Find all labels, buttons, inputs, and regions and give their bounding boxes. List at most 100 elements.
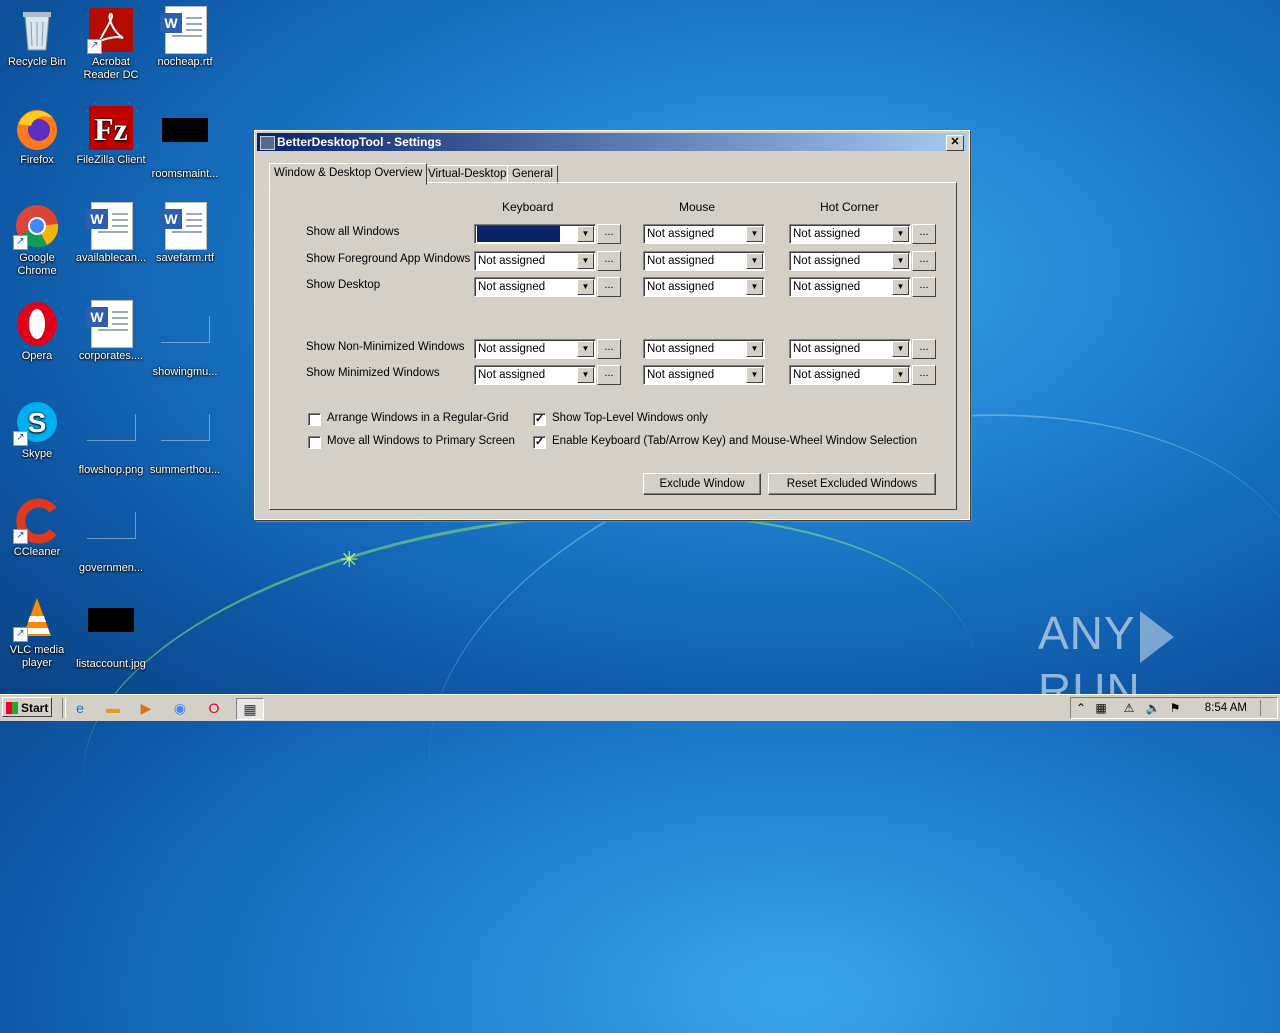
dropdown-arrow-icon[interactable]: ▼ <box>892 253 909 269</box>
word-document-icon: W <box>86 202 135 250</box>
mouse-assignment-select[interactable]: Not assigned ▼ <box>643 339 765 359</box>
tab-window-desktop-overview[interactable]: Window & Desktop Overview <box>269 163 428 185</box>
desktop-icon-savefarm[interactable]: W savefarm.rtf <box>148 202 222 265</box>
desktop-icon-roomsmaint[interactable]: roomsmaint... <box>148 104 222 181</box>
dropdown-arrow-icon[interactable]: ▼ <box>746 226 763 242</box>
exclude-window-button[interactable]: Exclude Window <box>643 473 761 495</box>
close-button[interactable]: ✕ <box>946 135 964 151</box>
mouse-assignment-select[interactable]: Not assigned ▼ <box>643 277 765 297</box>
checkbox-label: Move all Windows to Primary Screen <box>327 435 515 447</box>
keyboard-assignment-select[interactable]: Not assigned ▼ <box>474 251 596 271</box>
row-label: Show Foreground App Windows <box>306 253 471 265</box>
dropdown-arrow-icon[interactable]: ▼ <box>577 341 594 357</box>
mouse-assignment-select[interactable]: Not assigned ▼ <box>643 224 765 244</box>
word-document-icon: W <box>160 6 209 54</box>
hot-corner-more-button[interactable]: ... <box>912 224 936 244</box>
recycle-bin-icon <box>13 6 61 54</box>
checkbox-arrange-grid[interactable] <box>308 413 321 426</box>
media-player-icon[interactable]: ▶ <box>136 698 156 718</box>
dropdown-arrow-icon[interactable]: ▼ <box>892 226 909 242</box>
mouse-assignment-select[interactable]: Not assigned ▼ <box>643 251 765 271</box>
checkbox-top-level-only[interactable]: ✓ <box>533 413 546 426</box>
hot-corner-assignment-select[interactable]: Not assigned ▼ <box>789 224 911 244</box>
dropdown-arrow-icon[interactable]: ▼ <box>577 279 594 295</box>
checkbox-label: Enable Keyboard (Tab/Arrow Key) and Mous… <box>552 435 917 447</box>
reset-excluded-windows-button[interactable]: Reset Excluded Windows <box>768 473 936 495</box>
checkbox-move-primary-screen[interactable] <box>308 436 321 449</box>
hot-corner-more-button[interactable]: ... <box>912 277 936 297</box>
desktop-icon-skype[interactable]: S ↗ Skype <box>0 398 74 461</box>
hot-corner-assignment-select[interactable]: Not assigned ▼ <box>789 277 911 297</box>
keyboard-assignment-select[interactable]: Not assigned ▼ <box>474 277 596 297</box>
column-header-keyboard: Keyboard <box>502 200 554 214</box>
desktop-icon-listaccount[interactable]: listaccount.jpg <box>74 594 148 671</box>
desktop-icon-filezilla[interactable]: Fz FileZilla Client <box>74 104 148 167</box>
keyboard-assignment-select[interactable]: Not assigned ▼ <box>474 365 596 385</box>
select-value: Not assigned <box>478 255 546 267</box>
mouse-assignment-select[interactable]: Not assigned ▼ <box>643 365 765 385</box>
dropdown-arrow-icon[interactable]: ▼ <box>892 341 909 357</box>
desktop-icon-opera[interactable]: Opera <box>0 300 74 363</box>
betterdesktoptool-taskbar-button[interactable]: ▦ <box>236 698 264 720</box>
desktop-icon-flowshop[interactable]: flowshop.png <box>74 398 148 477</box>
desktop-icon-summerthou[interactable]: summerthou... <box>148 398 222 477</box>
keyboard-more-button[interactable]: ... <box>597 277 621 297</box>
desktop-icon-recycle-bin[interactable]: Recycle Bin <box>0 6 74 69</box>
keyboard-more-button[interactable]: ... <box>597 365 621 385</box>
dropdown-arrow-icon[interactable]: ▼ <box>746 367 763 383</box>
wallpaper-glow: ✳ <box>340 547 359 572</box>
checkbox-enable-keyboard-mouse-selection[interactable]: ✓ <box>533 436 546 449</box>
settings-window: BetterDesktopTool - Settings ✕ Window & … <box>254 130 970 520</box>
keyboard-more-button[interactable]: ... <box>597 251 621 271</box>
window-titlebar[interactable]: BetterDesktopTool - Settings ✕ <box>257 133 967 151</box>
show-desktop-button[interactable] <box>1260 700 1275 716</box>
desktop-icon-vlc[interactable]: ↗ VLC media player <box>0 594 74 670</box>
hot-corner-assignment-select[interactable]: Not assigned ▼ <box>789 365 911 385</box>
dropdown-arrow-icon[interactable]: ▼ <box>746 253 763 269</box>
betterdesktoptool-tray-icon[interactable]: ▦ <box>1093 700 1109 716</box>
select-value: Not assigned <box>647 343 715 355</box>
volume-icon[interactable]: 🔈 <box>1145 700 1161 716</box>
start-button[interactable]: Start <box>2 697 52 717</box>
clock[interactable]: 8:54 AM <box>1205 698 1247 718</box>
action-center-icon[interactable]: ⚠ <box>1121 700 1137 716</box>
show-hidden-icons-chevron-icon[interactable]: ⌃ <box>1073 700 1089 716</box>
desktop-icon-chrome[interactable]: ↗ Google Chrome <box>0 202 74 278</box>
explorer-folder-icon[interactable]: ▬ <box>103 698 123 718</box>
internet-explorer-icon[interactable]: e <box>70 698 90 718</box>
file-thumbnail-icon <box>161 316 210 364</box>
keyboard-more-button[interactable]: ... <box>597 224 621 244</box>
chrome-taskbar-icon[interactable]: ◉ <box>170 698 190 718</box>
keyboard-more-button[interactable]: ... <box>597 339 621 359</box>
hot-corner-more-button[interactable]: ... <box>912 365 936 385</box>
desktop-icon-ccleaner[interactable]: ↗ CCleaner <box>0 496 74 559</box>
desktop-icon-availablecan[interactable]: W availablecan... <box>74 202 148 265</box>
keyboard-assignment-select[interactable]: Not assigned ▼ <box>474 224 596 244</box>
dropdown-arrow-icon[interactable]: ▼ <box>892 367 909 383</box>
dropdown-arrow-icon[interactable]: ▼ <box>746 279 763 295</box>
shortcut-arrow-icon: ↗ <box>13 431 28 446</box>
dropdown-arrow-icon[interactable]: ▼ <box>892 279 909 295</box>
desktop-icon-acrobat[interactable]: ↗ Acrobat Reader DC <box>74 6 148 82</box>
hot-corner-more-button[interactable]: ... <box>912 251 936 271</box>
dropdown-arrow-icon[interactable]: ▼ <box>577 226 594 242</box>
select-value: Not assigned <box>478 281 546 293</box>
hot-corner-assignment-select[interactable]: Not assigned ▼ <box>789 339 911 359</box>
opera-taskbar-icon[interactable]: O <box>204 698 224 718</box>
opera-icon <box>13 300 61 348</box>
desktop-icon-nocheap[interactable]: W nocheap.rtf <box>148 6 222 69</box>
desktop-icon-showingmu[interactable]: showingmu... <box>148 300 222 379</box>
flag-notification-icon[interactable]: ⚑ <box>1167 700 1183 716</box>
desktop-icon-corporates[interactable]: W corporates.... <box>74 300 148 363</box>
dropdown-arrow-icon[interactable]: ▼ <box>746 341 763 357</box>
skype-icon: S ↗ <box>13 398 61 446</box>
hot-corner-more-button[interactable]: ... <box>912 339 936 359</box>
dropdown-arrow-icon[interactable]: ▼ <box>577 253 594 269</box>
desktop-icon-governmen[interactable]: governmen... <box>74 496 148 575</box>
dropdown-arrow-icon[interactable]: ▼ <box>577 367 594 383</box>
hot-corner-assignment-select[interactable]: Not assigned ▼ <box>789 251 911 271</box>
app-icon <box>260 136 275 150</box>
keyboard-assignment-select[interactable]: Not assigned ▼ <box>474 339 596 359</box>
tab-panel: Keyboard Mouse Hot Corner Show all Windo… <box>269 182 957 510</box>
desktop-icon-firefox[interactable]: Firefox <box>0 104 74 167</box>
